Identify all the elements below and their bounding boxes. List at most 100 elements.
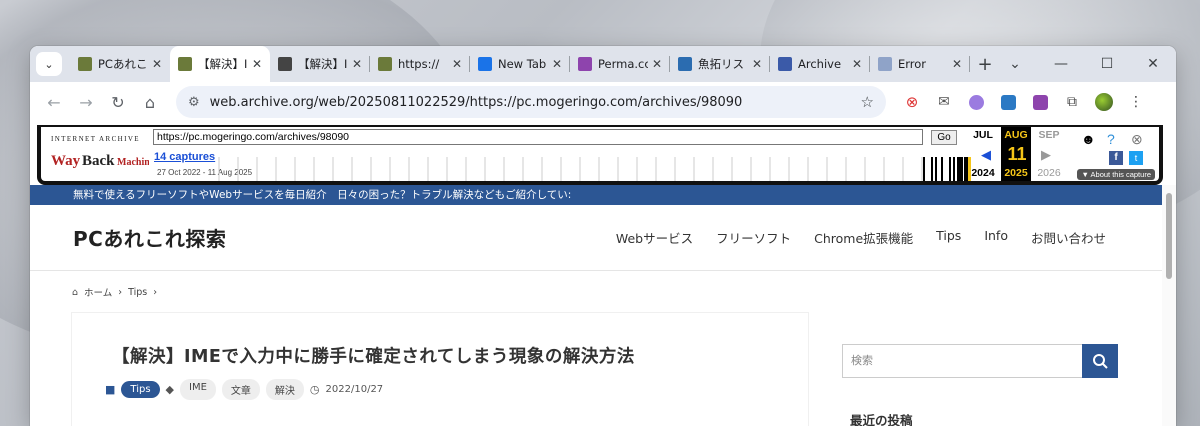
tag-pill[interactable]: 解決 <box>265 379 304 400</box>
sidebar: 検索 最近の投稿 <box>842 344 1120 426</box>
about-capture-button[interactable]: ▼ About this capture <box>1077 169 1155 180</box>
wayback-current-day: 11 <box>1007 144 1027 164</box>
browser-tab[interactable]: 魚拓リス ✕ <box>670 46 770 82</box>
site-info-icon[interactable]: ⚙ <box>188 95 200 110</box>
extension-block-icon[interactable]: ⊗ <box>896 86 928 118</box>
close-tab-icon[interactable]: ✕ <box>852 57 862 71</box>
close-tab-icon[interactable]: ✕ <box>352 57 362 71</box>
nav-item[interactable]: Webサービス <box>616 228 693 247</box>
user-icon[interactable]: ☻ <box>1081 131 1096 147</box>
chevron-down-icon: ⌄ <box>44 57 54 71</box>
tab-strip: ⌄ PCあれこれ ✕ 【解決】IME ✕ 【解決】I ✕ https:// ✕ New Tab ✕… <box>30 46 1176 82</box>
nav-item[interactable]: Tips <box>936 228 961 247</box>
wayback-sparkline[interactable] <box>211 153 971 183</box>
browser-tab[interactable]: New Tab ✕ <box>470 46 570 82</box>
close-tab-icon[interactable]: ✕ <box>152 57 162 71</box>
bookmark-star-icon[interactable]: ☆ <box>861 93 874 111</box>
favicon-icon <box>778 57 792 71</box>
menu-kebab-icon[interactable]: ⋮ <box>1120 86 1152 118</box>
maximize-button[interactable]: ☐ <box>1084 56 1130 72</box>
home-icon: ⌂ <box>144 92 156 112</box>
tag-pill[interactable]: IME <box>180 379 216 400</box>
reload-icon: ↻ <box>111 92 125 112</box>
tab-title: 【解決】IME <box>198 57 248 71</box>
minimize-button[interactable]: — <box>1038 56 1084 72</box>
search-button[interactable] <box>1082 344 1118 378</box>
close-tab-icon[interactable]: ✕ <box>952 57 962 71</box>
wayback-next-arrow-icon[interactable]: ▶ <box>1041 147 1051 163</box>
wayback-logo-way: Way <box>51 153 81 169</box>
tag-list: IME 文章 解決 <box>180 379 304 400</box>
extension-blue-icon[interactable] <box>992 86 1024 118</box>
close-icon[interactable]: ⊗ <box>1131 131 1143 148</box>
tab-title: New Tab <box>498 57 547 71</box>
wayback-url-input[interactable]: https://pc.mogeringo.com/archives/98090 <box>153 129 923 145</box>
wayback-captures-link[interactable]: 14 captures <box>154 151 215 163</box>
browser-tab[interactable]: 【解決】IME ✕ <box>170 46 270 82</box>
sparkline-capture-bar <box>949 157 951 181</box>
scrollbar[interactable] <box>1162 185 1176 426</box>
browser-tab[interactable]: Archive ✕ <box>770 46 870 82</box>
nav-item[interactable]: Info <box>984 228 1008 247</box>
forward-button[interactable]: → <box>70 86 102 118</box>
wayback-next-month[interactable]: SEP <box>1033 129 1065 141</box>
breadcrumb-category[interactable]: Tips <box>128 287 147 298</box>
tab-title: Archive <box>798 57 842 71</box>
close-tab-icon[interactable]: ✕ <box>452 57 462 71</box>
home-button[interactable]: ⌂ <box>134 86 166 118</box>
window-controls: ⌄ — ☐ ✕ <box>992 46 1176 82</box>
wayback-prev-month[interactable]: JUL <box>967 129 999 141</box>
sparkline-capture-bar <box>953 157 955 181</box>
tab-search-button[interactable]: ⌄ <box>36 52 62 76</box>
folder-icon: ■ <box>105 383 116 396</box>
category-badge[interactable]: Tips <box>121 381 160 398</box>
browser-tab[interactable]: Error ✕ <box>870 46 970 82</box>
profile-avatar[interactable] <box>1088 86 1120 118</box>
help-icon[interactable]: ? <box>1107 131 1115 147</box>
close-tab-icon[interactable]: ✕ <box>752 57 762 71</box>
browser-window: ⌄ PCあれこれ ✕ 【解決】IME ✕ 【解決】I ✕ https:// ✕ New Tab ✕… <box>30 46 1176 426</box>
nav-item[interactable]: お問い合わせ <box>1031 228 1106 247</box>
wayback-go-button[interactable]: Go <box>931 130 957 145</box>
close-tab-icon[interactable]: ✕ <box>552 57 562 71</box>
tag-pill[interactable]: 文章 <box>221 379 260 400</box>
nav-item[interactable]: Chrome拡張機能 <box>814 228 913 247</box>
wayback-logo-machine: Machine <box>117 157 149 168</box>
close-tab-icon[interactable]: ✕ <box>252 57 262 71</box>
search-icon <box>1093 354 1108 369</box>
browser-tab[interactable]: 【解決】I ✕ <box>270 46 370 82</box>
wayback-next-year[interactable]: 2026 <box>1033 167 1065 179</box>
extension-cube-icon[interactable] <box>1024 86 1056 118</box>
chevron-down-icon[interactable]: ⌄ <box>992 56 1038 72</box>
tab-title: PCあれこれ <box>98 57 148 71</box>
mail-icon[interactable]: ✉ <box>928 86 960 118</box>
wayback-current-year: 2025 <box>1004 167 1028 179</box>
address-bar[interactable]: ⚙ web.archive.org/web/20250811022529/htt… <box>176 86 886 118</box>
wayback-prev-arrow-icon[interactable]: ◀ <box>981 147 991 163</box>
nav-item[interactable]: フリーソフト <box>716 228 791 247</box>
breadcrumb-home[interactable]: ホーム <box>84 285 112 299</box>
site-title[interactable]: PCあれこれ探索 <box>73 223 226 252</box>
wayback-prev-year[interactable]: 2024 <box>967 167 999 179</box>
close-tab-icon[interactable]: ✕ <box>652 57 662 71</box>
wayback-logo[interactable]: Way Back Machine <box>49 145 149 173</box>
search-input[interactable]: 検索 <box>842 344 1082 378</box>
breadcrumb: ⌂ ホーム › Tips › <box>72 285 157 300</box>
wayback-logo-top: INTERNET ARCHIVE <box>51 135 140 143</box>
facebook-icon[interactable]: f <box>1109 151 1123 165</box>
browser-tab[interactable]: PCあれこれ ✕ <box>70 46 170 82</box>
scrollbar-thumb[interactable] <box>1166 193 1172 279</box>
close-window-button[interactable]: ✕ <box>1130 56 1176 72</box>
favicon-icon <box>478 57 492 71</box>
favicon-icon <box>178 57 192 71</box>
arrow-right-icon: → <box>79 92 93 112</box>
sparkline-capture-bar <box>957 157 959 181</box>
favicon-icon <box>878 57 892 71</box>
reload-button[interactable]: ↻ <box>102 86 134 118</box>
extension-purple-icon[interactable] <box>960 86 992 118</box>
back-button[interactable]: ← <box>38 86 70 118</box>
browser-tab[interactable]: Perma.cc ✕ <box>570 46 670 82</box>
puzzle-icon[interactable]: ⧉ <box>1056 86 1088 118</box>
twitter-icon[interactable]: t <box>1129 151 1143 165</box>
browser-tab[interactable]: https:// ✕ <box>370 46 470 82</box>
